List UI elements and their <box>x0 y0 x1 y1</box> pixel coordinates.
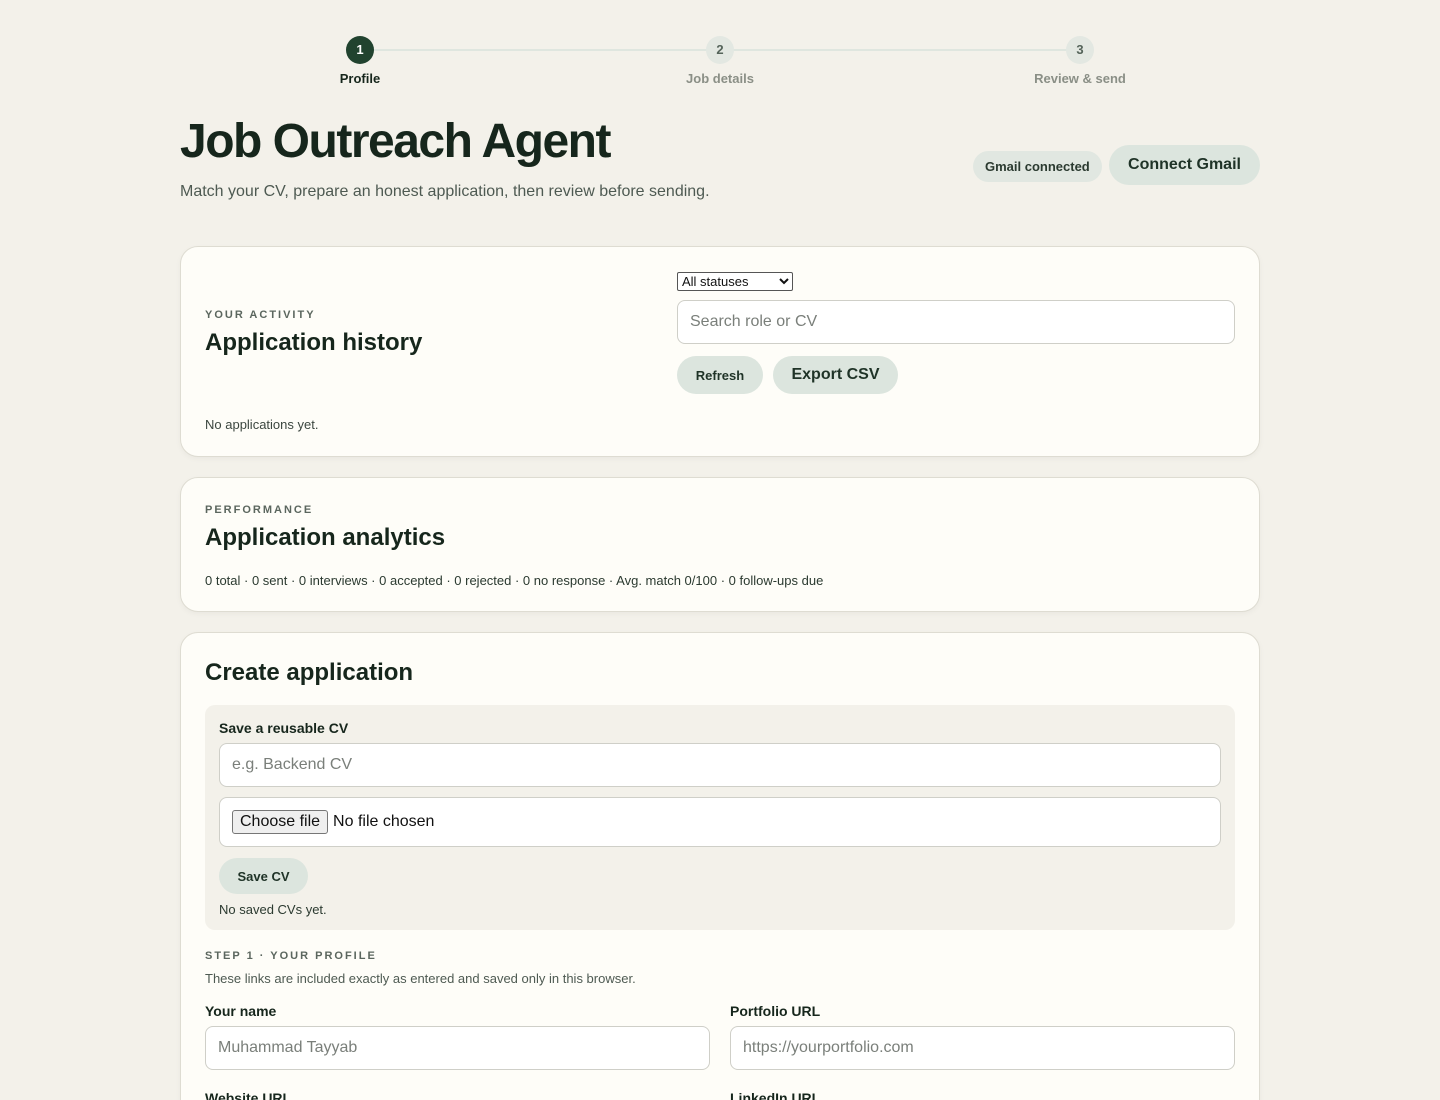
save-cv-button[interactable]: Save CV <box>219 858 308 894</box>
reusable-cv-panel: Save a reusable CV Choose file No file c… <box>205 705 1235 930</box>
analytics-eyebrow: PERFORMANCE <box>205 504 314 516</box>
step-label: Profile <box>339 71 381 86</box>
step-job-details[interactable]: 2 Job details <box>660 36 780 86</box>
portfolio-label: Portfolio URL <box>730 1003 821 1019</box>
linkedin-label: LinkedIn URL <box>730 1090 821 1100</box>
create-application-card: Create application Save a reusable CV Ch… <box>180 632 1260 1100</box>
export-csv-button[interactable]: Export CSV <box>773 356 898 394</box>
profile-description: These links are included exactly as ente… <box>205 971 636 986</box>
name-label: Your name <box>205 1003 277 1019</box>
step-number: 3 <box>1066 36 1094 64</box>
cv-name-input[interactable] <box>219 743 1221 787</box>
portfolio-url-input[interactable] <box>730 1026 1235 1070</box>
status-filter-select[interactable]: All statuses <box>677 272 793 291</box>
gmail-status-badge: Gmail connected <box>973 151 1102 182</box>
application-history-card: YOUR ACTIVITY Application history All st… <box>180 246 1260 457</box>
step-profile[interactable]: 1 Profile <box>300 36 420 86</box>
step-label: Job details <box>686 71 754 86</box>
analytics-summary: 0 total · 0 sent · 0 interviews · 0 acce… <box>205 573 824 588</box>
cv-file-picker: Choose file No file chosen <box>219 797 1221 847</box>
step-label: Review & send <box>1034 71 1126 86</box>
step-number: 2 <box>706 36 734 64</box>
history-eyebrow: YOUR ACTIVITY <box>205 309 316 321</box>
file-status-text: No file chosen <box>333 813 435 830</box>
refresh-button[interactable]: Refresh <box>677 356 763 394</box>
search-input[interactable] <box>677 300 1235 344</box>
page: 1 Profile 2 Job details 3 Review & send … <box>0 0 1440 1100</box>
create-title: Create application <box>205 659 414 686</box>
history-title: Application history <box>205 329 423 356</box>
page-subtitle: Match your CV, prepare an honest applica… <box>180 183 710 200</box>
website-label: Website URL <box>205 1090 292 1100</box>
cv-name-label: Save a reusable CV <box>219 720 349 736</box>
connect-gmail-button[interactable]: Connect Gmail <box>1109 145 1260 185</box>
choose-file-button[interactable]: Choose file <box>232 810 329 834</box>
name-input[interactable] <box>205 1026 710 1070</box>
analytics-title: Application analytics <box>205 524 446 551</box>
progress-stepper: 1 Profile 2 Job details 3 Review & send <box>340 36 1140 96</box>
step-number: 1 <box>346 36 374 64</box>
saved-cvs-empty-text: No saved CVs yet. <box>219 902 327 917</box>
step-review-send[interactable]: 3 Review & send <box>1020 36 1140 86</box>
profile-step-eyebrow: STEP 1 · YOUR PROFILE <box>205 950 377 962</box>
application-analytics-card: PERFORMANCE Application analytics 0 tota… <box>180 477 1260 612</box>
history-empty-text: No applications yet. <box>205 417 319 432</box>
page-title: Job Outreach Agent <box>180 115 611 168</box>
